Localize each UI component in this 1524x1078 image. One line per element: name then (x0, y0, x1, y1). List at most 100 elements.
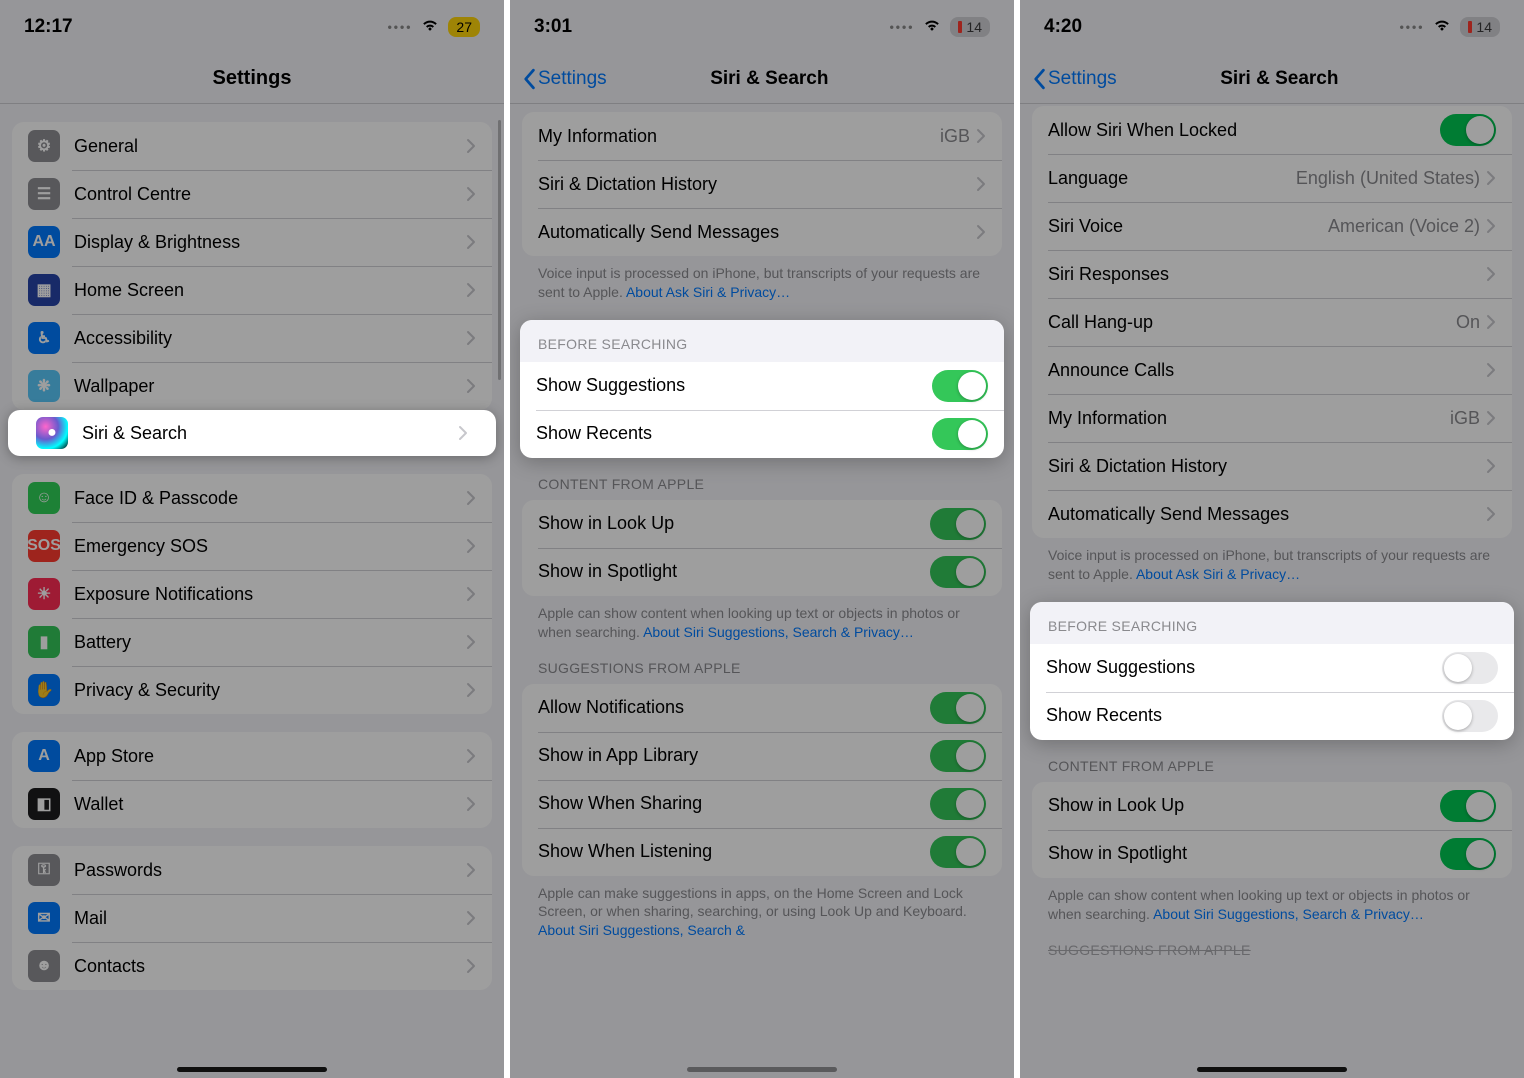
settings-row[interactable]: ▦Home Screen (12, 266, 492, 314)
status-bar: 3:01 •••• 14 (510, 0, 1014, 54)
privacy-link[interactable]: About Ask Siri & Privacy… (626, 284, 790, 300)
row-label: Show in Look Up (1048, 795, 1440, 816)
toggle-row[interactable]: Show Suggestions (1030, 644, 1514, 692)
toggle-switch[interactable] (930, 740, 986, 772)
recording-dots-icon: •••• (388, 20, 413, 34)
toggle-row[interactable]: Show in App Library (522, 732, 1002, 780)
flower-icon: ❋ (28, 370, 60, 402)
list-row[interactable]: Automatically Send Messages (522, 208, 1002, 256)
toggle-row[interactable]: Allow Notifications (522, 684, 1002, 732)
chevron-right-icon (976, 128, 986, 144)
toggle-switch[interactable] (930, 692, 986, 724)
row-label: Allow Notifications (538, 697, 930, 718)
chevron-right-icon (466, 682, 476, 698)
settings-row[interactable]: ▮Battery (12, 618, 492, 666)
privacy-link[interactable]: About Siri Suggestions, Search & Privacy… (1153, 906, 1424, 922)
key-icon: ⚿ (28, 854, 60, 886)
row-value: iGB (1450, 408, 1480, 429)
settings-row-siri-search[interactable]: ●Siri & Search (8, 410, 496, 456)
settings-row[interactable]: ◧Wallet (12, 780, 492, 828)
row-label: Automatically Send Messages (1048, 504, 1486, 525)
row-label: Siri & Search (82, 423, 458, 444)
chevron-right-icon (466, 634, 476, 650)
settings-row[interactable]: ☰Control Centre (12, 170, 492, 218)
list-row[interactable]: Siri Responses (1032, 250, 1512, 298)
battery-badge: 14 (1460, 17, 1500, 37)
toggle-row[interactable]: Show in Look Up (1032, 782, 1512, 830)
toggle-row[interactable]: Show Suggestions (520, 362, 1004, 410)
row-label: Show When Listening (538, 841, 930, 862)
toggle-switch[interactable] (932, 370, 988, 402)
settings-row[interactable]: ☻Contacts (12, 942, 492, 990)
privacy-link[interactable]: About Ask Siri & Privacy… (1136, 566, 1300, 582)
settings-row[interactable]: ❋Wallpaper (12, 362, 492, 410)
toggle-switch[interactable] (930, 836, 986, 868)
row-value: English (United States) (1296, 168, 1480, 189)
toggle-row[interactable]: Show Recents (520, 410, 1004, 458)
row-label: Show Suggestions (536, 375, 932, 396)
list-row[interactable]: Siri & Dictation History (1032, 442, 1512, 490)
settings-list[interactable]: ⚙︎General☰Control CentreAADisplay & Brig… (0, 104, 504, 1078)
settings-row[interactable]: ☀︎Exposure Notifications (12, 570, 492, 618)
home-indicator[interactable] (1197, 1067, 1347, 1072)
chevron-right-icon (466, 586, 476, 602)
settings-row[interactable]: ⚿Passwords (12, 846, 492, 894)
privacy-link[interactable]: About Siri Suggestions, Search & (538, 922, 745, 938)
list-row[interactable]: LanguageEnglish (United States) (1032, 154, 1512, 202)
toggle-switch[interactable] (1442, 652, 1498, 684)
row-label: Siri & Dictation History (538, 174, 976, 195)
settings-row[interactable]: AADisplay & Brightness (12, 218, 492, 266)
list-row[interactable]: Siri VoiceAmerican (Voice 2) (1032, 202, 1512, 250)
privacy-link[interactable]: About Siri Suggestions, Search & Privacy… (643, 624, 914, 640)
list-row[interactable]: My InformationiGB (1032, 394, 1512, 442)
toggle-row[interactable]: Show in Spotlight (522, 548, 1002, 596)
chevron-right-icon (1486, 314, 1496, 330)
chevron-right-icon (466, 378, 476, 394)
recording-dots-icon: •••• (890, 20, 915, 34)
siri-search-list[interactable]: Allow Siri When LockedLanguageEnglish (U… (1020, 104, 1524, 1078)
row-label: Show Recents (536, 423, 932, 444)
row-label: App Store (74, 746, 466, 767)
AA-icon: AA (28, 226, 60, 258)
toggle-switch[interactable] (1440, 790, 1496, 822)
settings-row[interactable]: SOSEmergency SOS (12, 522, 492, 570)
toggle-switch[interactable] (930, 788, 986, 820)
list-row[interactable]: Call Hang-upOn (1032, 298, 1512, 346)
list-row[interactable]: Allow Siri When Locked (1032, 106, 1512, 154)
list-row[interactable]: My InformationiGB (522, 112, 1002, 160)
settings-row[interactable]: AApp Store (12, 732, 492, 780)
section-header: SUGGESTIONS FROM APPLE (1020, 924, 1524, 966)
settings-row[interactable]: ☺︎Face ID & Passcode (12, 474, 492, 522)
toggle-row[interactable]: Show in Spotlight (1032, 830, 1512, 878)
toggle-switch[interactable] (1442, 700, 1498, 732)
wifi-icon (922, 16, 942, 38)
toggle-switch[interactable] (930, 508, 986, 540)
chevron-right-icon (466, 748, 476, 764)
settings-row[interactable]: ♿︎Accessibility (12, 314, 492, 362)
toggle-row[interactable]: Show Recents (1030, 692, 1514, 740)
home-indicator[interactable] (177, 1067, 327, 1072)
siri-search-list[interactable]: My InformationiGB Siri & Dictation Histor… (510, 104, 1014, 1078)
toggle-switch[interactable] (930, 556, 986, 588)
toggle-switch[interactable] (932, 418, 988, 450)
toggle-switch[interactable] (1440, 838, 1496, 870)
row-label: Exposure Notifications (74, 584, 466, 605)
toggle-row[interactable]: Show When Listening (522, 828, 1002, 876)
settings-row[interactable]: ✋Privacy & Security (12, 666, 492, 714)
toggle-row[interactable]: Show When Sharing (522, 780, 1002, 828)
list-row[interactable]: Announce Calls (1032, 346, 1512, 394)
chevron-right-icon (466, 234, 476, 250)
toggle-switch[interactable] (1440, 114, 1496, 146)
home-indicator[interactable] (687, 1067, 837, 1072)
settings-row[interactable]: ✉︎Mail (12, 894, 492, 942)
toggle-row[interactable]: Show in Look Up (522, 500, 1002, 548)
list-row[interactable]: Automatically Send Messages (1032, 490, 1512, 538)
row-label: Show in App Library (538, 745, 930, 766)
settings-row[interactable]: ⚙︎General (12, 122, 492, 170)
page-title: Siri & Search (537, 68, 1002, 90)
siri-settings-group: My InformationiGB Siri & Dictation Histor… (522, 112, 1002, 256)
list-row[interactable]: Siri & Dictation History (522, 160, 1002, 208)
before-searching-section: BEFORE SEARCHING Show SuggestionsShow Re… (510, 320, 1014, 458)
screenshot-panel-2: 3:01 •••• 14 Settings Siri & Search My I… (510, 0, 1014, 1078)
row-label: Battery (74, 632, 466, 653)
